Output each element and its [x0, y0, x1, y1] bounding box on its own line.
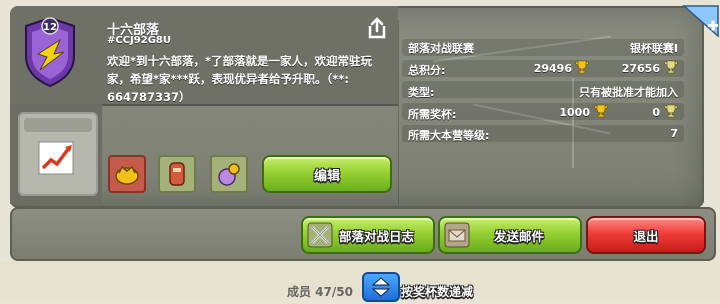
bottom-bar	[0, 262, 720, 297]
clan-badge-icon: 12	[25, 16, 75, 88]
add-friend-icon[interactable]	[682, 4, 720, 38]
edit-button[interactable]: 编辑	[262, 155, 392, 193]
required-trophies-home: 1000	[559, 106, 590, 119]
clan-games-tab[interactable]	[158, 155, 196, 193]
type-label: 类型:	[408, 86, 435, 99]
perks-icon	[115, 165, 139, 185]
total-points-label: 总积分:	[408, 64, 446, 77]
trophy-icon	[575, 60, 589, 74]
clan-level: 12	[43, 22, 57, 33]
clan-perks-tab[interactable]	[108, 155, 146, 193]
required-trophies-label: 所需奖杯:	[408, 108, 457, 121]
crossed-swords-icon	[307, 222, 333, 248]
sort-toggle-button[interactable]	[362, 272, 400, 302]
war-league-label: 部落对战联赛	[408, 42, 474, 55]
builder-trophy-icon	[664, 104, 678, 118]
required-th-value: 7	[670, 127, 678, 140]
war-log-button[interactable]: 部落对战日志	[301, 216, 435, 254]
type-value: 只有被批准才能加入	[579, 86, 678, 99]
games-icon	[169, 162, 185, 186]
leave-clan-button[interactable]: 退出	[586, 216, 706, 254]
tile-header	[24, 118, 92, 132]
clan-description: 欢迎*到十六部落，*了部落就是一家人，欢迎常驻玩家，希望*家***跃，表现优异者…	[107, 54, 373, 104]
clan-tag: #CCJ92G8U	[107, 35, 171, 46]
trend-tile[interactable]	[18, 112, 98, 196]
war-log-label: 部落对战日志	[339, 228, 415, 244]
builder-trophy-icon	[664, 60, 678, 74]
required-th-label: 所需大本营等级:	[408, 129, 490, 142]
share-icon[interactable]	[366, 16, 388, 40]
war-icon	[218, 163, 240, 186]
send-mail-button[interactable]: 发送邮件	[438, 216, 582, 254]
column-divider	[398, 20, 399, 204]
send-mail-label: 发送邮件	[494, 228, 545, 244]
total-points-builder: 27656	[621, 62, 660, 75]
required-trophies-builder: 0	[652, 106, 660, 119]
trophy-icon	[594, 104, 608, 118]
clan-war-tab[interactable]	[210, 155, 248, 193]
trend-chart-icon	[38, 141, 74, 175]
member-count: 成员 47/50	[287, 285, 353, 299]
total-points-home: 29496	[533, 62, 572, 75]
war-league-value: 银杯联赛I	[629, 42, 678, 55]
sort-arrows-icon	[371, 277, 391, 297]
sort-label: 按奖杯数递减	[401, 285, 474, 299]
mail-icon	[444, 222, 470, 248]
